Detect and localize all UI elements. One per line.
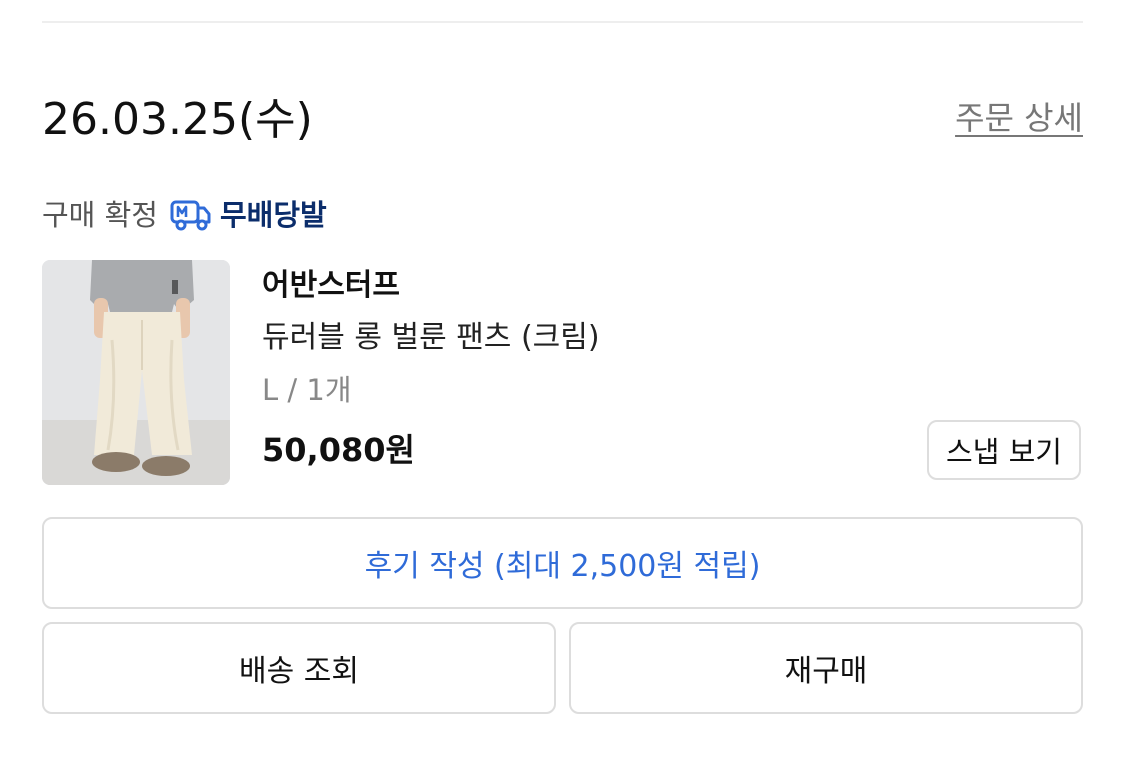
product-image[interactable]	[42, 260, 230, 485]
product-name[interactable]: 듀러블 롱 벌룬 팬츠 (크림)	[262, 318, 600, 358]
truck-icon	[170, 200, 211, 231]
product-option: L / 1개	[262, 373, 352, 407]
brand-name[interactable]: 어반스터프	[262, 266, 400, 306]
product-photo	[42, 260, 230, 485]
order-card: 26.03.25(수) 주문 상세 구매 확정 무배당발 어반스터프 듀러블 롱…	[0, 0, 1125, 770]
delivery-badge-label: 무배당발	[219, 198, 327, 232]
track-shipping-button[interactable]: 배송 조회	[42, 622, 556, 714]
order-status: 구매 확정	[42, 198, 158, 232]
product-price: 50,080원	[262, 431, 415, 469]
order-status-row: 구매 확정 무배당발	[42, 194, 327, 236]
delivery-badge: 무배당발	[170, 195, 327, 235]
snap-view-button[interactable]: 스냅 보기	[927, 420, 1081, 480]
order-date: 26.03.25(수)	[42, 94, 313, 145]
write-review-button[interactable]: 후기 작성 (최대 2,500원 적립)	[42, 517, 1083, 609]
order-detail-link[interactable]: 주문 상세	[955, 98, 1083, 138]
divider	[42, 21, 1083, 23]
rebuy-button[interactable]: 재구매	[569, 622, 1083, 714]
